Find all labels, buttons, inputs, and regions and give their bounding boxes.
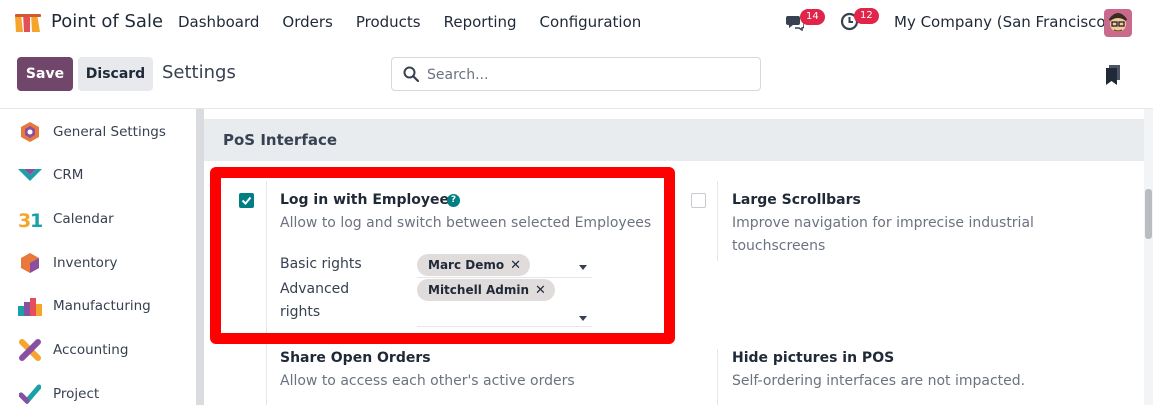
accounting-icon	[18, 338, 42, 362]
sidebar-item-label: CRM	[53, 167, 84, 183]
messages-count-badge: 14	[800, 9, 825, 25]
hide-pictures-description: Self-ordering interfaces are not impacte…	[732, 373, 1026, 389]
large-scrollbars-description-cont: touchscreens	[732, 238, 826, 254]
advanced-rights-dropdown-icon[interactable]	[579, 316, 587, 321]
company-switcher[interactable]: My Company (San Francisco)	[894, 13, 1111, 31]
calendar-icon: 3 1	[18, 207, 42, 231]
large-scrollbars-title: Large Scrollbars	[732, 192, 861, 208]
documentation-icon[interactable]	[1105, 64, 1121, 86]
remove-tag-icon[interactable]: ✕	[535, 283, 546, 298]
column-divider-right	[717, 181, 718, 261]
sidebar-scrollbar[interactable]	[196, 109, 204, 405]
login-employees-description: Allow to log and switch between selected…	[280, 215, 652, 231]
general-settings-icon	[18, 120, 42, 144]
settings-sidebar: General Settings CRM 3 1 Calendar Invent…	[0, 109, 196, 405]
basic-rights-tag: Marc Demo ✕	[417, 254, 531, 276]
scrollbar-thumb[interactable]	[1145, 189, 1152, 239]
advanced-rights-label-cont: rights	[280, 304, 321, 320]
main-scrollbar[interactable]	[1144, 109, 1153, 405]
menu-configuration[interactable]: Configuration	[540, 13, 642, 31]
basic-rights-field[interactable]	[417, 277, 592, 278]
discard-button[interactable]: Discard	[78, 57, 153, 91]
advanced-rights-label: Advanced	[280, 281, 350, 297]
share-orders-title: Share Open Orders	[280, 350, 431, 366]
advanced-rights-tag: Mitchell Admin ✕	[417, 279, 555, 301]
hide-pictures-title: Hide pictures in POS	[732, 350, 895, 366]
sidebar-item-project[interactable]: Project	[18, 382, 99, 406]
checkmark-icon	[241, 196, 252, 205]
large-scrollbars-description: Improve navigation for imprecise industr…	[732, 215, 1034, 231]
basic-rights-label: Basic rights	[280, 256, 362, 272]
login-employees-title: Log in with Employees	[280, 192, 458, 208]
advanced-rights-field[interactable]	[417, 326, 592, 327]
sidebar-item-calendar[interactable]: 3 1 Calendar	[18, 207, 114, 231]
save-button[interactable]: Save	[17, 57, 73, 91]
section-header: PoS Interface	[204, 119, 1144, 161]
sidebar-item-label: General Settings	[53, 124, 166, 140]
sidebar-item-manufacturing[interactable]: Manufacturing	[18, 294, 151, 318]
manufacturing-icon	[18, 294, 42, 318]
app-name[interactable]: Point of Sale	[51, 11, 163, 32]
sidebar-item-label: Manufacturing	[53, 298, 151, 314]
sidebar-item-inventory[interactable]: Inventory	[18, 251, 117, 275]
pos-app-icon[interactable]	[13, 12, 43, 34]
project-icon	[18, 382, 42, 406]
page-title: Settings	[162, 62, 236, 83]
tag-label: Mitchell Admin	[428, 283, 530, 297]
activities-button[interactable]: 12	[840, 8, 879, 35]
login-employees-checkbox[interactable]	[239, 193, 254, 208]
settings-main: PoS Interface Log in with Employees ? Al…	[204, 109, 1153, 405]
column-divider-right-lower	[717, 349, 718, 405]
user-avatar[interactable]	[1104, 9, 1132, 37]
share-orders-description: Allow to access each other's active orde…	[280, 373, 575, 389]
top-navbar: Point of Sale Dashboard Orders Products …	[0, 0, 1153, 46]
menu-dashboard[interactable]: Dashboard	[178, 13, 259, 31]
inventory-icon	[18, 251, 42, 275]
sidebar-item-accounting[interactable]: Accounting	[18, 338, 128, 362]
sidebar-item-label: Calendar	[53, 211, 114, 227]
search-input[interactable]	[427, 64, 747, 86]
sidebar-item-general-settings[interactable]: General Settings	[18, 120, 166, 144]
menu-products[interactable]: Products	[356, 13, 421, 31]
sidebar-item-label: Project	[53, 386, 100, 402]
remove-tag-icon[interactable]: ✕	[510, 258, 521, 273]
basic-rights-dropdown-icon[interactable]	[579, 265, 587, 270]
crm-icon	[18, 163, 42, 187]
column-divider-left	[266, 181, 267, 405]
sidebar-item-label: Accounting	[53, 342, 129, 358]
search-box[interactable]	[391, 57, 761, 91]
search-icon	[403, 66, 419, 82]
menu-orders[interactable]: Orders	[282, 13, 332, 31]
section-title: PoS Interface	[223, 131, 338, 149]
sidebar-item-crm[interactable]: CRM	[18, 163, 83, 187]
menu-reporting[interactable]: Reporting	[444, 13, 517, 31]
activities-count-badge: 12	[854, 8, 879, 24]
svg-text:1: 1	[30, 210, 42, 230]
messages-button[interactable]: 14	[786, 9, 825, 35]
large-scrollbars-checkbox[interactable]	[691, 193, 706, 208]
tag-label: Marc Demo	[428, 258, 505, 272]
help-icon[interactable]: ?	[447, 194, 460, 207]
main-menu: Dashboard Orders Products Reporting Conf…	[178, 13, 664, 31]
sidebar-item-label: Inventory	[53, 255, 118, 271]
